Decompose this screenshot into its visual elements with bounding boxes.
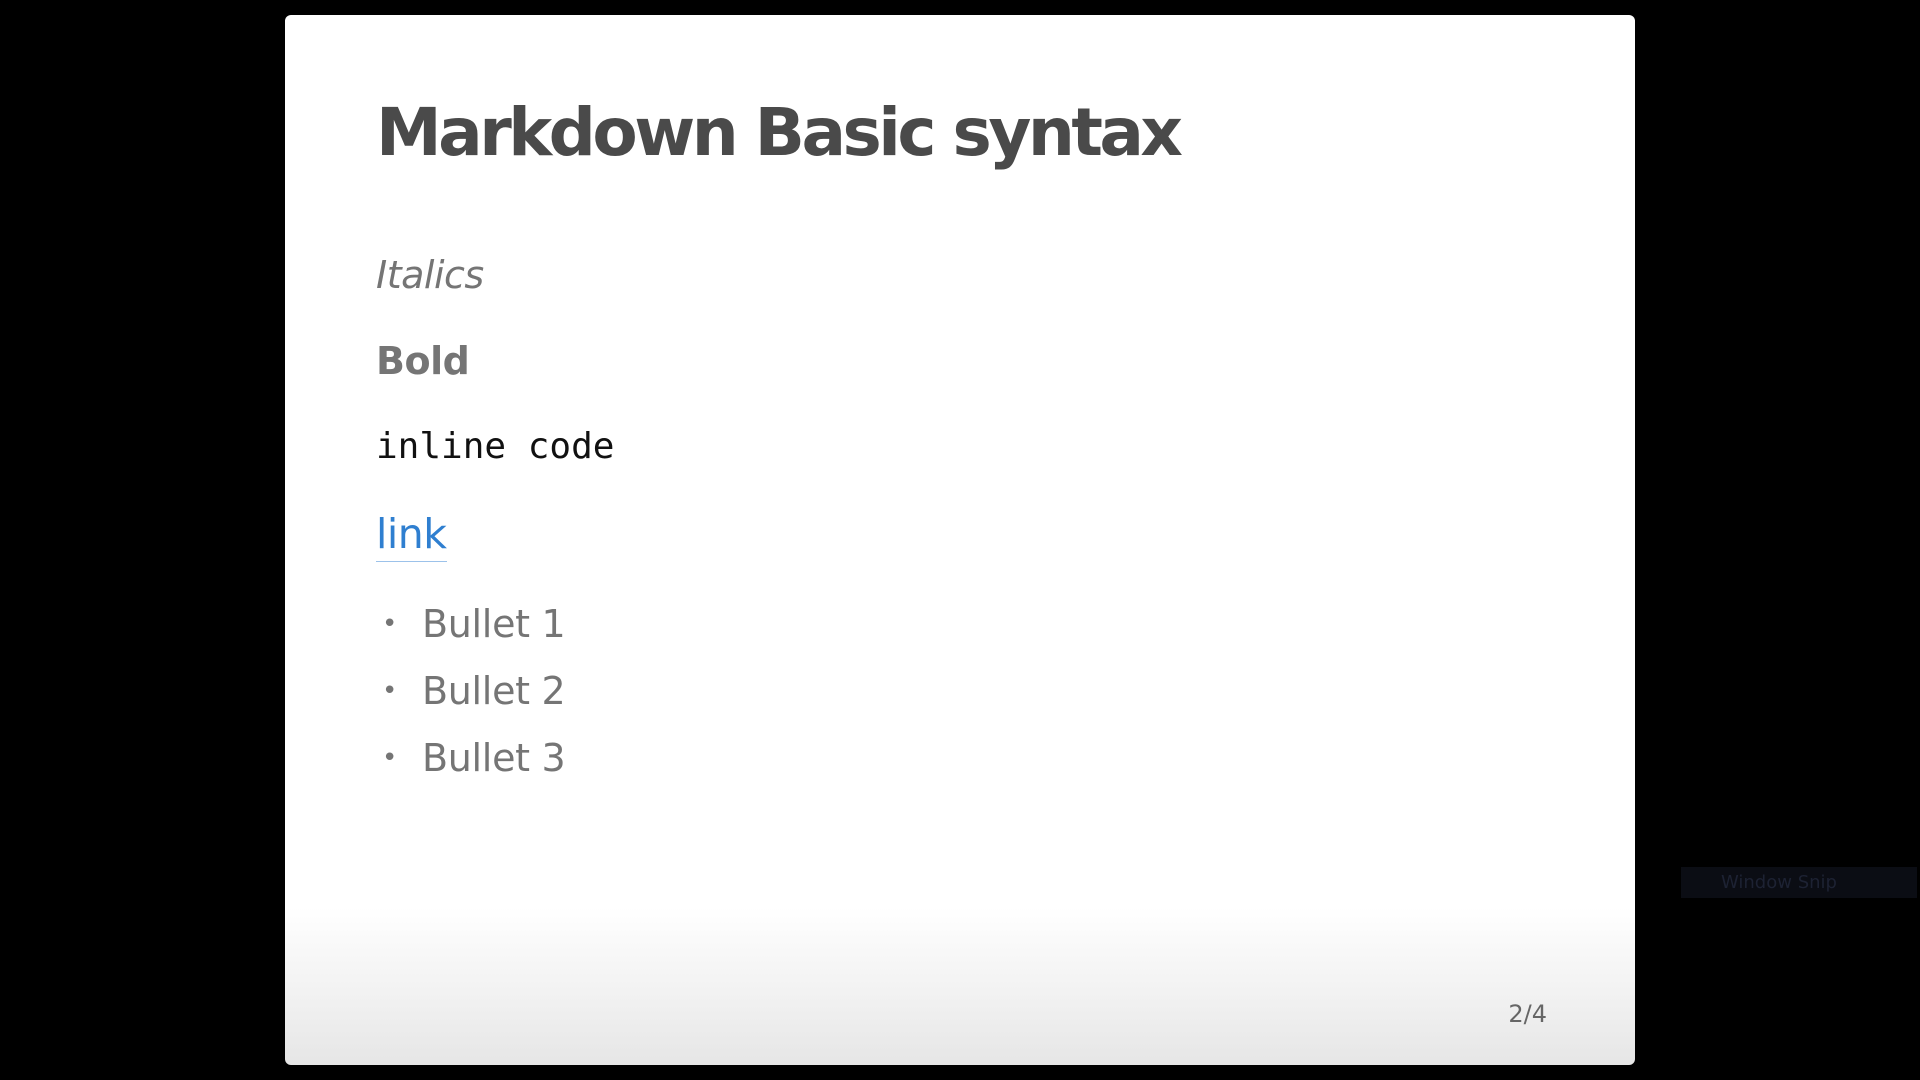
- bullet-item-label: Bullet 3: [422, 736, 566, 780]
- bullet-marker: •: [382, 609, 398, 639]
- list-item: • Bullet 3: [376, 729, 566, 796]
- bullet-list: • Bullet 1 • Bullet 2 • Bullet 3: [376, 595, 566, 796]
- list-item: • Bullet 2: [376, 662, 566, 729]
- slide-link[interactable]: link: [376, 510, 447, 563]
- presentation-slide: Markdown Basic syntax Italics Bold inlin…: [285, 15, 1635, 1065]
- list-item: • Bullet 1: [376, 595, 566, 662]
- bullet-marker: •: [382, 743, 398, 773]
- slide-title: Markdown Basic syntax: [376, 94, 1183, 171]
- page-indicator: 2/4: [1508, 1000, 1547, 1028]
- bullet-item-label: Bullet 1: [422, 602, 566, 646]
- bold-text: Bold: [376, 339, 470, 383]
- inline-code-text: inline code: [376, 426, 615, 467]
- window-snip-tooltip: Window Snip: [1681, 867, 1917, 898]
- italic-text: Italics: [376, 253, 484, 297]
- bullet-marker: •: [382, 676, 398, 706]
- bullet-item-label: Bullet 2: [422, 669, 566, 713]
